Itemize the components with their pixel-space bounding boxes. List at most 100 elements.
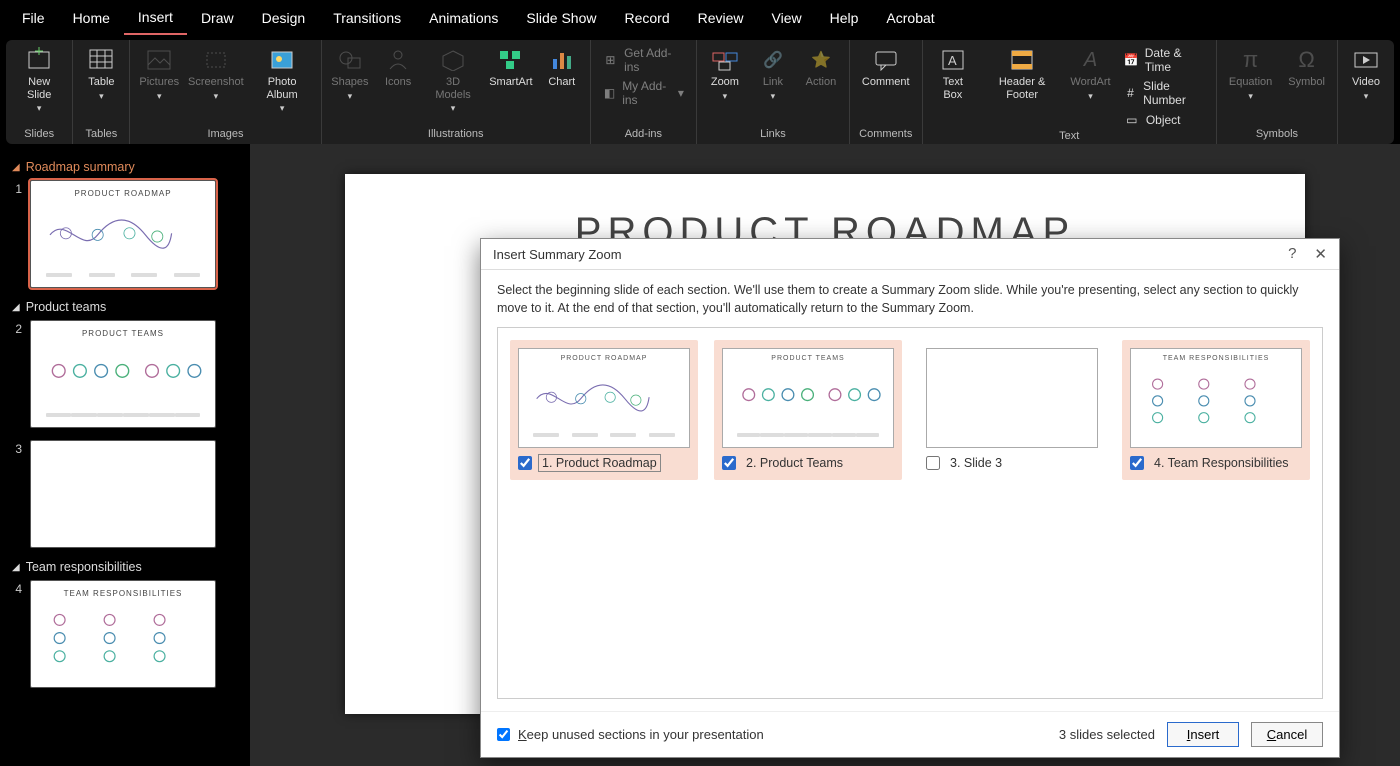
slide-thumbnail-row[interactable]: 4 TEAM RESPONSIBILITIES xyxy=(10,580,240,688)
slide-number-button[interactable]: #Slide Number xyxy=(1118,77,1210,109)
photo-album-button[interactable]: Photo Album▾ xyxy=(250,44,315,116)
video-icon xyxy=(1352,46,1380,74)
help-button[interactable]: ? xyxy=(1288,245,1296,263)
menu-tab-view[interactable]: View xyxy=(758,2,816,34)
video-button[interactable]: Video▾ xyxy=(1344,44,1388,104)
menu-tab-draw[interactable]: Draw xyxy=(187,2,248,34)
zoom-item-checkbox[interactable] xyxy=(1130,456,1144,470)
my-addins-button[interactable]: ◧My Add-ins ▾ xyxy=(597,77,690,109)
zoom-item-label: 3. Slide 3 xyxy=(946,454,1006,472)
new-slide-button[interactable]: New Slide▾ xyxy=(12,44,66,116)
zoom-thumbnail[interactable]: PRODUCT TEAMS xyxy=(722,348,894,448)
icons-button[interactable]: Icons xyxy=(376,44,420,91)
slide-number: 3 xyxy=(10,440,22,456)
smartart-button[interactable]: SmartArt xyxy=(486,44,536,91)
section-name: Team responsibilities xyxy=(26,560,142,574)
menu-tab-home[interactable]: Home xyxy=(59,2,124,34)
section-header[interactable]: ◢ Roadmap summary xyxy=(12,160,240,174)
zoom-section-item[interactable]: PRODUCT TEAMS 2. Product Teams xyxy=(714,340,902,480)
new-slide-icon xyxy=(25,46,53,74)
slide-thumbnail-row[interactable]: 3 xyxy=(10,440,240,548)
equation-icon: π xyxy=(1237,46,1265,74)
ribbon-group-media: Video▾ xyxy=(1338,40,1394,144)
section-header[interactable]: ◢ Team responsibilities xyxy=(12,560,240,574)
slide-thumbnail[interactable]: PRODUCT TEAMS xyxy=(30,320,216,428)
menu-tab-help[interactable]: Help xyxy=(816,2,873,34)
zoom-item-label: 2. Product Teams xyxy=(742,454,847,472)
slide-thumbnail-row[interactable]: 2PRODUCT TEAMS xyxy=(10,320,240,428)
menu-tab-design[interactable]: Design xyxy=(248,2,320,34)
zoom-item-label: 1. Product Roadmap xyxy=(538,454,661,472)
wordart-button[interactable]: AWordArt▾ xyxy=(1067,44,1114,104)
close-button[interactable]: ✕ xyxy=(1314,245,1327,263)
zoom-thumbnail[interactable] xyxy=(926,348,1098,448)
zoom-thumbnail[interactable]: TEAM RESPONSIBILITIES xyxy=(1130,348,1302,448)
screenshot-button[interactable]: Screenshot▾ xyxy=(186,44,245,104)
link-button[interactable]: 🔗Link▾ xyxy=(751,44,795,104)
menu-tab-review[interactable]: Review xyxy=(684,2,758,34)
object-button[interactable]: ▭Object xyxy=(1118,110,1210,130)
collapse-icon: ◢ xyxy=(12,162,20,173)
equation-button[interactable]: πEquation▾ xyxy=(1223,44,1278,104)
zoom-icon xyxy=(711,46,739,74)
zoom-section-item[interactable]: PRODUCT ROADMAP 1. Product Roadmap xyxy=(510,340,698,480)
collapse-icon: ◢ xyxy=(12,562,20,573)
menu-tab-insert[interactable]: Insert xyxy=(124,1,187,35)
svg-text:A: A xyxy=(948,53,957,68)
chevron-down-icon: ▾ xyxy=(99,91,104,102)
slide-panel[interactable]: ◢ Roadmap summary 1PRODUCT ROADMAP ◢Product… xyxy=(0,144,250,766)
calendar-icon: 📅 xyxy=(1124,52,1139,68)
action-icon: ⭐ xyxy=(807,46,835,74)
section-name: Roadmap summary xyxy=(26,160,135,174)
menu-tab-acrobat[interactable]: Acrobat xyxy=(872,2,948,34)
zoom-thumbnail[interactable]: PRODUCT ROADMAP xyxy=(518,348,690,448)
keep-unused-checkbox[interactable] xyxy=(497,728,510,741)
menu-tab-transitions[interactable]: Transitions xyxy=(319,2,415,34)
action-button[interactable]: ⭐Action xyxy=(799,44,843,91)
dialog-titlebar[interactable]: Insert Summary Zoom ? ✕ xyxy=(481,239,1339,270)
ribbon-group-images: Pictures▾ Screenshot▾ Photo Album▾ Image… xyxy=(130,40,321,144)
menu-tab-animations[interactable]: Animations xyxy=(415,2,512,34)
header-footer-button[interactable]: Header & Footer xyxy=(981,44,1063,103)
collapse-icon: ◢ xyxy=(12,302,20,313)
slide-thumbnail[interactable]: PRODUCT ROADMAP xyxy=(30,180,216,288)
slide-thumbnail[interactable] xyxy=(30,440,216,548)
insert-summary-zoom-dialog: Insert Summary Zoom ? ✕ Select the begin… xyxy=(480,238,1340,758)
zoom-item-checkbox[interactable] xyxy=(926,456,940,470)
cancel-button[interactable]: Cancel xyxy=(1251,722,1323,747)
pictures-icon xyxy=(145,46,173,74)
ribbon: New Slide▾ Slides Table▾ Tables Pictures… xyxy=(6,40,1394,144)
chart-button[interactable]: Chart xyxy=(540,44,584,91)
ribbon-group-symbols: πEquation▾ ΩSymbol Symbols xyxy=(1217,40,1338,144)
chevron-down-icon: ▾ xyxy=(37,103,42,114)
menu-tab-record[interactable]: Record xyxy=(610,2,683,34)
zoom-section-item[interactable]: TEAM RESPONSIBILITIES 4. Team Responsibil… xyxy=(1122,340,1310,480)
comment-icon xyxy=(872,46,900,74)
symbol-button[interactable]: ΩSymbol xyxy=(1282,44,1331,91)
text-box-button[interactable]: AText Box xyxy=(929,44,977,103)
menu-tab-slide-show[interactable]: Slide Show xyxy=(512,2,610,34)
hash-icon: # xyxy=(1124,85,1137,101)
section-header[interactable]: ◢Product teams xyxy=(12,300,240,314)
menu-tab-file[interactable]: File xyxy=(8,2,59,34)
zoom-section-item[interactable]: 3. Slide 3 xyxy=(918,340,1106,480)
date-time-button[interactable]: 📅Date & Time xyxy=(1118,44,1210,76)
ribbon-group-comments: Comment Comments xyxy=(850,40,923,144)
table-button[interactable]: Table▾ xyxy=(79,44,123,104)
zoom-item-label: 4. Team Responsibilities xyxy=(1150,454,1293,472)
slide-thumbnail-row[interactable]: 1PRODUCT ROADMAP xyxy=(10,180,240,288)
comment-button[interactable]: Comment xyxy=(856,44,916,91)
insert-button[interactable]: Insert xyxy=(1167,722,1239,747)
chart-icon xyxy=(548,46,576,74)
zoom-item-checkbox[interactable] xyxy=(722,456,736,470)
chevron-down-icon: ▾ xyxy=(678,86,684,100)
3d-models-button[interactable]: 3D Models▾ xyxy=(424,44,482,116)
ribbon-group-text: AText Box Header & Footer AWordArt▾ 📅Dat… xyxy=(923,40,1217,144)
shapes-button[interactable]: Shapes▾ xyxy=(328,44,373,104)
zoom-button[interactable]: Zoom▾ xyxy=(703,44,747,104)
slide-thumbnail[interactable]: TEAM RESPONSIBILITIES xyxy=(30,580,216,688)
pictures-button[interactable]: Pictures▾ xyxy=(136,44,182,104)
slide-number: 4 xyxy=(10,580,22,596)
get-addins-button[interactable]: ⊞Get Add-ins xyxy=(597,44,690,76)
zoom-item-checkbox[interactable] xyxy=(518,456,532,470)
